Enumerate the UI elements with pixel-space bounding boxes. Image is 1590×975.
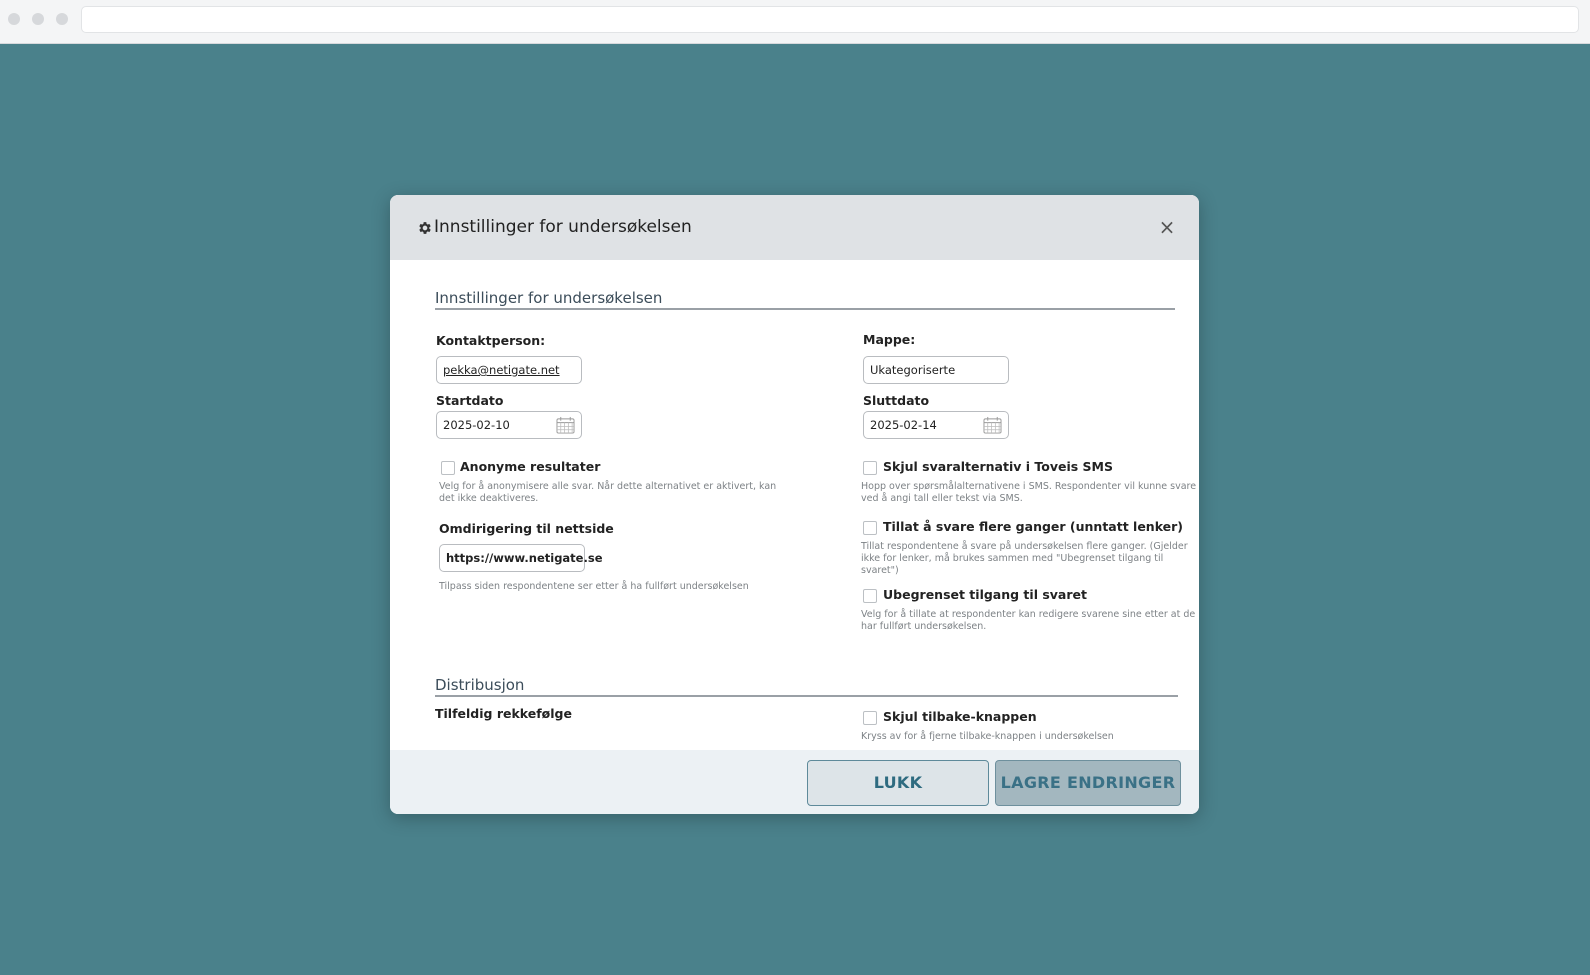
close-button[interactable]: LUKK	[807, 760, 989, 806]
window-maximize-dot[interactable]	[56, 13, 68, 25]
sms-hint-line-1: Hopp over spørsmålalternativene i SMS. R…	[861, 481, 1197, 492]
random-order-label: Tilfeldig rekkefølge	[435, 706, 572, 721]
multiple-hint-line-1: Tillat respondentene å svare på undersøk…	[861, 541, 1188, 552]
window-minimize-dot[interactable]	[32, 13, 44, 25]
calendar-icon[interactable]	[556, 416, 575, 434]
allow-multiple-checkbox[interactable]	[863, 521, 877, 535]
section-divider	[435, 695, 1178, 697]
sms-hint-line-2: ved å angi tall eller tekst via SMS.	[861, 493, 1023, 504]
redirect-field[interactable]: https://www.netigate.se	[439, 544, 603, 572]
survey-settings-modal: Innstillinger for undersøkelsen × Innsti…	[390, 195, 1199, 814]
redirect-hint: Tilpass siden respondentene ser etter å …	[439, 581, 749, 592]
end-date-value: 2025-02-14	[870, 418, 937, 432]
modal-header: Innstillinger for undersøkelsen ×	[390, 195, 1199, 260]
multiple-hint-line-2: ikke for lenker, må brukes sammen med "U…	[861, 553, 1164, 576]
folder-field[interactable]: Ukategoriserte	[863, 356, 1009, 384]
end-date-field[interactable]: 2025-02-14	[863, 411, 1009, 439]
unlimited-hint-line-1: Velg for å tillate at respondenter kan r…	[861, 609, 1196, 620]
anonymous-label: Anonyme resultater	[460, 459, 601, 474]
hide-back-button-checkbox[interactable]	[863, 711, 877, 725]
modal-title: Innstillinger for undersøkelsen	[434, 217, 692, 237]
hide-back-button-label: Skjul tilbake-knappen	[883, 709, 1037, 724]
section-title-settings: Innstillinger for undersøkelsen	[435, 289, 663, 307]
contact-value: pekka@netigate.net	[443, 363, 560, 377]
section-divider	[435, 308, 1175, 310]
anonymous-checkbox[interactable]	[441, 461, 455, 475]
end-date-label: Sluttdato	[863, 393, 930, 408]
address-bar[interactable]	[81, 6, 1579, 33]
save-changes-button[interactable]: LAGRE ENDRINGER	[995, 760, 1181, 806]
browser-toolbar	[0, 0, 1590, 44]
unlimited-hint-line-2: har fullført undersøkelsen.	[861, 621, 987, 632]
modal-footer: LUKK LAGRE ENDRINGER	[390, 750, 1199, 814]
hide-sms-options-checkbox[interactable]	[863, 461, 877, 475]
unlimited-access-checkbox[interactable]	[863, 589, 877, 603]
calendar-icon[interactable]	[983, 416, 1002, 434]
anonymous-hint-line-2: det ikke deaktiveres.	[439, 493, 539, 504]
contact-field[interactable]: pekka@netigate.net	[436, 356, 582, 384]
window-close-dot[interactable]	[8, 13, 20, 25]
hide-back-hint: Kryss av for å fjerne tilbake-knappen i …	[861, 731, 1114, 742]
section-title-distribution: Distribusjon	[435, 676, 525, 694]
start-date-label: Startdato	[436, 393, 504, 408]
allow-multiple-label: Tillat å svare flere ganger (unntatt len…	[883, 519, 1184, 534]
gear-icon	[419, 222, 431, 234]
redirect-label: Omdirigering til nettside	[439, 521, 614, 536]
hide-sms-options-label: Skjul svaralternativ i Toveis SMS	[883, 459, 1113, 474]
start-date-field[interactable]: 2025-02-10	[436, 411, 582, 439]
close-icon[interactable]: ×	[1155, 215, 1179, 239]
folder-label: Mappe:	[863, 332, 916, 347]
start-date-value: 2025-02-10	[443, 418, 510, 432]
contact-label: Kontaktperson:	[436, 333, 546, 348]
anonymous-hint-line-1: Velg for å anonymisere alle svar. Når de…	[439, 481, 777, 492]
unlimited-access-label: Ubegrenset tilgang til svaret	[883, 587, 1087, 602]
